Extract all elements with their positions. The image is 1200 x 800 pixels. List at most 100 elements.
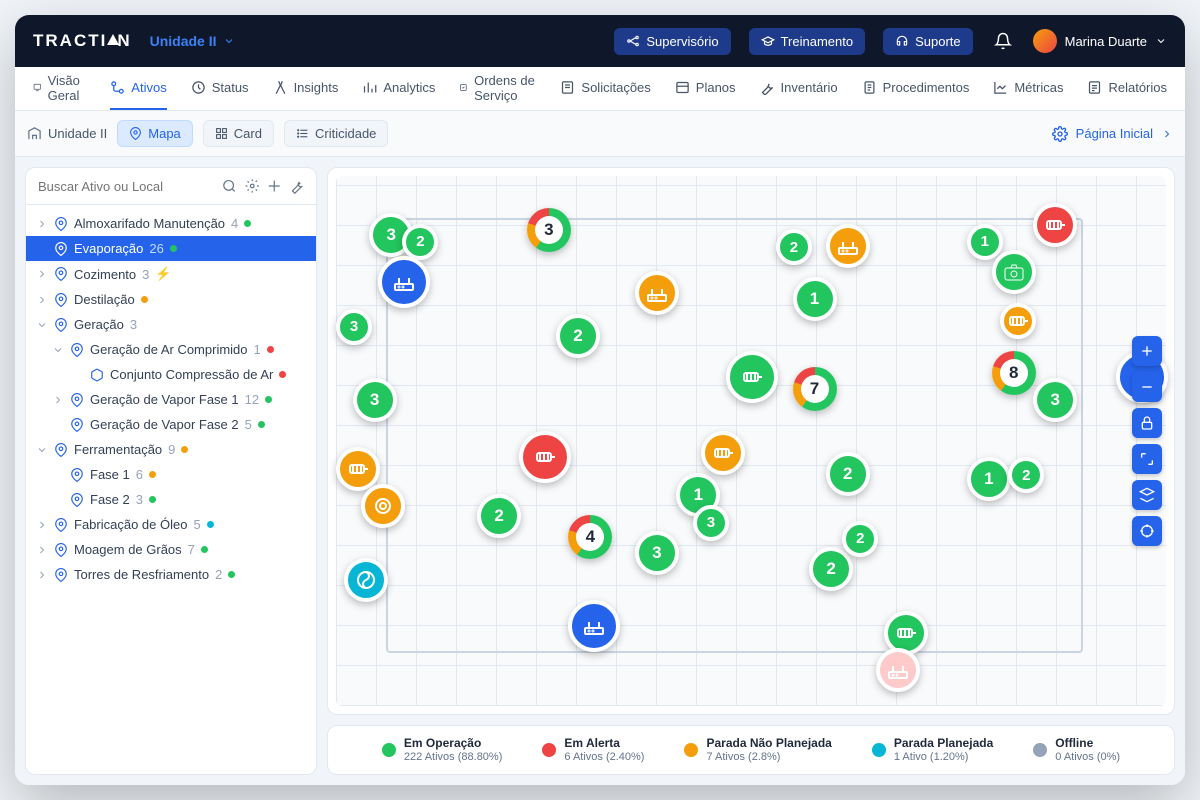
map-marker[interactable]: 4 [568, 515, 612, 559]
nav-tab-planos[interactable]: Planos [675, 67, 736, 110]
map-marker[interactable]: 3 [1033, 378, 1077, 422]
map-marker[interactable]: 2 [809, 547, 853, 591]
tree-label: Conjunto Compressão de Ar [110, 367, 273, 382]
tree-node[interactable]: Torres de Resfriamento 2 [26, 562, 316, 587]
tree-node[interactable]: Fase 1 6 [26, 462, 316, 487]
location-icon [70, 468, 84, 482]
chevron-down-icon [36, 444, 48, 456]
status-dot [244, 220, 251, 227]
map-marker[interactable]: 3 [527, 208, 571, 252]
breadcrumb[interactable]: Unidade II [27, 126, 107, 141]
map-marker[interactable]: 3 [635, 531, 679, 575]
map-marker[interactable]: 3 [336, 309, 372, 345]
tree-node[interactable]: Geração de Ar Comprimido 1 [26, 337, 316, 362]
home-link[interactable]: Página Inicial [1076, 126, 1153, 141]
expand-icon[interactable] [267, 178, 282, 194]
tree-node[interactable]: Conjunto Compressão de Ar [26, 362, 316, 387]
map-marker[interactable] [701, 431, 745, 475]
map-marker[interactable]: 2 [1008, 457, 1044, 493]
nav-tab-status[interactable]: Status [191, 67, 249, 110]
map-marker[interactable] [344, 558, 388, 602]
tree-node[interactable]: Cozimento 3 ⚡ [26, 261, 316, 287]
map-marker[interactable] [519, 431, 571, 483]
gear-icon[interactable] [1052, 126, 1068, 142]
map-marker[interactable] [992, 250, 1036, 294]
map-marker[interactable] [826, 224, 870, 268]
supervisory-button[interactable]: Supervisório [614, 28, 730, 55]
training-button[interactable]: Treinamento [749, 28, 866, 55]
map-marker[interactable]: 8 [992, 351, 1036, 395]
nav-tab-ativos[interactable]: Ativos [110, 67, 166, 110]
map-marker[interactable]: 2 [402, 224, 438, 260]
map-tool-target[interactable] [1132, 516, 1162, 546]
tree-node[interactable]: Moagem de Grãos 7 [26, 537, 316, 562]
tree-node[interactable]: Destilação [26, 287, 316, 312]
tree-node[interactable]: Geração de Vapor Fase 2 5 [26, 412, 316, 437]
view-criticality-pill[interactable]: Criticidade [284, 120, 388, 147]
map-marker[interactable] [361, 484, 405, 528]
tree-node[interactable]: Almoxarifado Manutenção 4 [26, 211, 316, 236]
legend-item: Offline0 Ativos (0%) [1033, 736, 1120, 764]
support-button[interactable]: Suporte [883, 28, 973, 55]
marker-count: 2 [573, 326, 582, 346]
floorplan-map[interactable]: 3232332431321722218312 [327, 167, 1175, 715]
nav-tab-ordens-de-serviço[interactable]: Ordens de Serviço [459, 67, 536, 110]
unit-selector[interactable]: Unidade II [150, 33, 235, 49]
tree-node[interactable]: Evaporação 26 [26, 236, 316, 261]
nav-tab-procedimentos[interactable]: Procedimentos [862, 67, 970, 110]
map-marker[interactable]: 2 [826, 452, 870, 496]
map-marker[interactable]: 3 [353, 378, 397, 422]
nodes-icon [626, 34, 640, 48]
map-marker[interactable]: 2 [776, 229, 812, 265]
map-marker[interactable] [635, 271, 679, 315]
nav-tab-insights[interactable]: Insights [273, 67, 339, 110]
map-marker[interactable] [1000, 303, 1036, 339]
map-tool-minus[interactable] [1132, 372, 1162, 402]
legend-item: Parada Não Planejada7 Ativos (2.8%) [684, 736, 831, 764]
nav-tab-inventário[interactable]: Inventário [760, 67, 838, 110]
legend-dot [684, 743, 698, 757]
map-marker[interactable]: 1 [967, 224, 1003, 260]
map-marker[interactable]: 2 [477, 494, 521, 538]
nav-tab-métricas[interactable]: Métricas [993, 67, 1063, 110]
search-input[interactable] [38, 179, 214, 194]
nav-tab-relatórios[interactable]: Relatórios [1087, 67, 1167, 110]
map-marker[interactable] [726, 351, 778, 403]
map-tool-lock[interactable] [1132, 408, 1162, 438]
nav-tab-analytics[interactable]: Analytics [362, 67, 435, 110]
map-marker[interactable]: 2 [842, 521, 878, 557]
map-marker[interactable]: 3 [693, 505, 729, 541]
map-marker[interactable] [876, 648, 920, 692]
tree-node[interactable]: Fabricação de Óleo 5 [26, 512, 316, 537]
notifications-button[interactable] [991, 32, 1015, 50]
legend-title: Em Alerta [564, 736, 644, 750]
search-icon[interactable] [222, 178, 237, 194]
map-marker[interactable]: 7 [793, 367, 837, 411]
tools-icon[interactable] [290, 178, 305, 194]
tree-node[interactable]: Geração de Vapor Fase 1 12 [26, 387, 316, 412]
legend-title: Parada Planejada [894, 736, 993, 750]
map-marker[interactable] [378, 256, 430, 308]
user-menu[interactable]: Marina Duarte [1033, 29, 1167, 53]
map-marker[interactable] [1033, 203, 1077, 247]
supervisory-label: Supervisório [646, 34, 718, 49]
nav-label: Relatórios [1108, 80, 1167, 95]
location-icon [54, 518, 68, 532]
nav-tab-visão-geral[interactable]: Visão Geral [33, 67, 86, 110]
map-tool-expand[interactable] [1132, 444, 1162, 474]
tree-node[interactable]: Geração 3 [26, 312, 316, 337]
map-marker[interactable]: 1 [967, 457, 1011, 501]
map-marker[interactable]: 2 [556, 314, 600, 358]
gear-icon[interactable] [245, 178, 260, 194]
map-marker[interactable] [568, 600, 620, 652]
nav-tab-solicitações[interactable]: Solicitações [560, 67, 650, 110]
tree-node[interactable]: Ferramentação 9 [26, 437, 316, 462]
tree-node[interactable]: Fase 2 3 [26, 487, 316, 512]
map-marker[interactable] [336, 447, 380, 491]
map-tool-layers[interactable] [1132, 480, 1162, 510]
view-map-pill[interactable]: Mapa [117, 120, 193, 147]
map-tool-plus[interactable] [1132, 336, 1162, 366]
tree-count: 5 [193, 517, 200, 532]
map-marker[interactable]: 1 [793, 277, 837, 321]
view-card-pill[interactable]: Card [203, 120, 274, 147]
